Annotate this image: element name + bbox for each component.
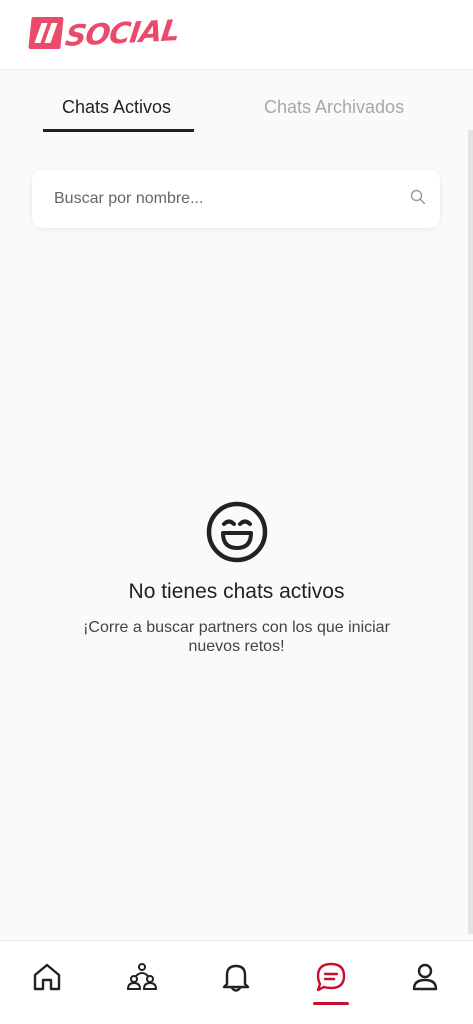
nav-item-notifications[interactable] [206, 941, 266, 1024]
user-icon [412, 963, 438, 991]
nav-item-home[interactable] [17, 941, 77, 1024]
app-header: SOCIAL [0, 0, 473, 70]
tab-active-chats[interactable]: Chats Activos [62, 97, 171, 118]
laughing-face-icon [206, 501, 267, 563]
nav-item-chats[interactable] [301, 941, 361, 1024]
bottom-navigation [0, 940, 473, 1024]
chat-icon [316, 962, 346, 992]
home-icon [33, 963, 61, 991]
app-logo[interactable]: SOCIAL [28, 13, 182, 53]
logo-mark-icon [28, 17, 64, 49]
chat-tabs: Chats Activos Chats Archivados [0, 70, 473, 140]
active-tab-indicator [43, 129, 194, 132]
bell-icon [222, 964, 250, 992]
nav-item-profile[interactable] [395, 941, 455, 1024]
logo-text: SOCIAL [63, 13, 182, 53]
search-icon[interactable] [410, 189, 426, 205]
nav-active-indicator [313, 1002, 349, 1005]
search-box [32, 170, 440, 228]
search-input[interactable] [32, 170, 402, 228]
empty-state-message: ¡Corre a buscar partners con los que ini… [83, 619, 390, 655]
empty-state-title: No tienes chats activos [128, 580, 345, 603]
tab-archived-chats[interactable]: Chats Archivados [264, 97, 404, 118]
empty-state: No tienes chats activos ¡Corre a buscar … [0, 500, 473, 656]
community-icon [126, 963, 158, 990]
nav-item-community[interactable] [112, 941, 172, 1024]
